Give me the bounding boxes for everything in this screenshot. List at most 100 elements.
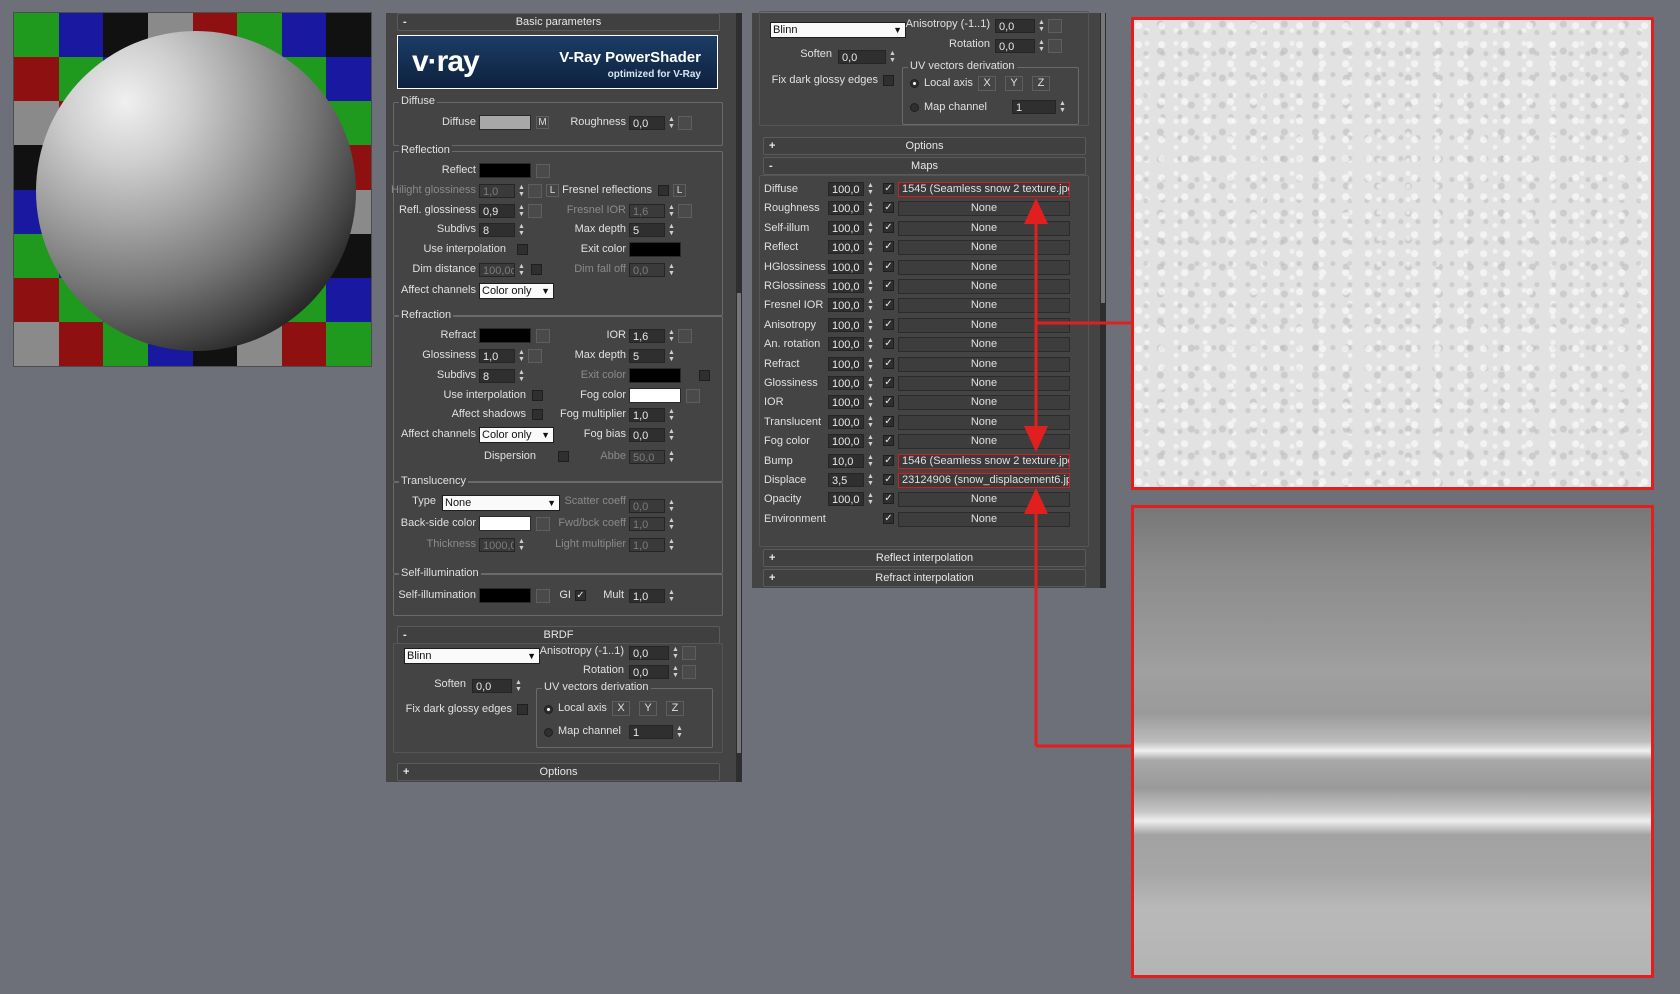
map-enable-checkbox[interactable]: ✓ [883, 319, 894, 330]
reflection-subdivs-field[interactable]: 8 [479, 223, 515, 237]
fresnel-ior-spinner[interactable]: ▲ ▼ [667, 204, 676, 218]
map-amount-field[interactable]: 100,0 [828, 492, 864, 506]
back-side-color-swatch[interactable] [479, 516, 531, 531]
refraction-subdivs-spinner[interactable]: ▲ ▼ [517, 369, 526, 383]
map-slot-button[interactable]: 1546 (Seamless snow 2 texture.jpg) [898, 454, 1070, 469]
refraction-subdivs-field[interactable]: 8 [479, 369, 515, 383]
rotation-spinner[interactable]: ▲ ▼ [671, 665, 680, 679]
map-amount-field[interactable]: 100,0 [828, 376, 864, 390]
map-enable-checkbox[interactable]: ✓ [883, 474, 894, 485]
map-slot-button[interactable]: 1545 (Seamless snow 2 texture.jpg) [898, 182, 1070, 197]
refraction-max-depth-spinner[interactable]: ▲ ▼ [667, 349, 676, 363]
thickness-spinner[interactable]: ▲ ▼ [517, 538, 526, 552]
reflection-affect-channels-dropdown[interactable]: Color only ▼ [479, 283, 554, 299]
map-channel-field[interactable]: 1 [629, 725, 673, 739]
left-scrollbar[interactable] [736, 13, 742, 782]
reflection-subdivs-spinner[interactable]: ▲ ▼ [517, 223, 526, 237]
self-illumination-color-swatch[interactable] [479, 588, 531, 603]
refraction-glossiness-map-button[interactable] [528, 349, 542, 363]
map-amount-spinner[interactable]: ▲ ▼ [866, 357, 875, 371]
rollout-refract-interpolation[interactable]: + Refract interpolation [763, 569, 1086, 587]
axis-x-button[interactable]: X [612, 701, 630, 716]
map-enable-checkbox[interactable]: ✓ [883, 358, 894, 369]
refract-color-swatch[interactable] [479, 328, 531, 343]
map-amount-field[interactable]: 100,0 [828, 201, 864, 215]
gi-checkbox[interactable]: ✓ [575, 590, 586, 601]
rollout-options[interactable]: + Options [397, 763, 720, 781]
abbe-spinner[interactable]: ▲ ▼ [667, 450, 676, 464]
roughness-map-button[interactable] [678, 116, 692, 130]
ior-map-button[interactable] [678, 329, 692, 343]
right-axis-y-button[interactable]: Y [1005, 76, 1023, 91]
right-scrollbar[interactable] [1100, 13, 1106, 588]
refraction-max-depth-field[interactable]: 5 [629, 349, 665, 363]
map-amount-spinner[interactable]: ▲ ▼ [866, 454, 875, 468]
map-amount-field[interactable]: 100,0 [828, 337, 864, 351]
right-map-channel-spinner[interactable]: ▲ ▼ [1058, 100, 1067, 114]
map-slot-button[interactable]: 23124906 (snow_displacement6.jpg) [898, 473, 1070, 488]
rotation-map-button[interactable] [682, 665, 696, 679]
map-enable-checkbox[interactable]: ✓ [883, 377, 894, 388]
hilight-glossiness-spinner[interactable]: ▲ ▼ [517, 184, 526, 198]
diffuse-color-swatch[interactable] [479, 115, 531, 130]
refl-glossiness-field[interactable]: 0,9 [479, 204, 515, 218]
anisotropy-field[interactable]: 0,0 [629, 646, 669, 660]
map-slot-button[interactable]: None [898, 512, 1070, 527]
diffuse-map-button[interactable]: M [536, 116, 549, 129]
fwd-bck-coeff-spinner[interactable]: ▲ ▼ [667, 517, 676, 531]
dim-fall-off-spinner[interactable]: ▲ ▼ [667, 263, 676, 277]
dim-fall-off-field[interactable]: 0,0 [629, 263, 665, 277]
refl-glossiness-spinner[interactable]: ▲ ▼ [517, 204, 526, 218]
abbe-field[interactable]: 50,0 [629, 450, 665, 464]
dim-distance-checkbox[interactable] [531, 264, 542, 275]
map-enable-checkbox[interactable]: ✓ [883, 435, 894, 446]
reflection-max-depth-field[interactable]: 5 [629, 223, 665, 237]
rollout-maps[interactable]: - Maps [763, 157, 1086, 175]
map-slot-button[interactable]: None [898, 260, 1070, 275]
mult-spinner[interactable]: ▲ ▼ [667, 589, 676, 603]
map-enable-checkbox[interactable]: ✓ [883, 261, 894, 272]
map-amount-spinner[interactable]: ▲ ▼ [866, 279, 875, 293]
map-amount-field[interactable]: 100,0 [828, 434, 864, 448]
fog-multiplier-field[interactable]: 1,0 [629, 408, 665, 422]
map-amount-spinner[interactable]: ▲ ▼ [866, 395, 875, 409]
right-axis-x-button[interactable]: X [978, 76, 996, 91]
right-soften-spinner[interactable]: ▲ ▼ [888, 50, 897, 64]
right-soften-field[interactable]: 0,0 [838, 50, 886, 64]
light-multiplier-spinner[interactable]: ▲ ▼ [667, 538, 676, 552]
dispersion-checkbox[interactable] [558, 451, 569, 462]
fog-multiplier-spinner[interactable]: ▲ ▼ [667, 408, 676, 422]
scatter-coeff-spinner[interactable]: ▲ ▼ [667, 499, 676, 513]
map-enable-checkbox[interactable]: ✓ [883, 222, 894, 233]
map-enable-checkbox[interactable]: ✓ [883, 493, 894, 504]
map-slot-button[interactable]: None [898, 221, 1070, 236]
map-slot-button[interactable]: None [898, 415, 1070, 430]
rollout-reflect-interpolation[interactable]: + Reflect interpolation [763, 549, 1086, 567]
map-amount-field[interactable]: 100,0 [828, 240, 864, 254]
reflection-max-depth-spinner[interactable]: ▲ ▼ [667, 223, 676, 237]
hilight-glossiness-field[interactable]: 1,0 [479, 184, 515, 198]
map-amount-spinner[interactable]: ▲ ▼ [866, 415, 875, 429]
map-amount-field[interactable]: 100,0 [828, 395, 864, 409]
map-amount-field[interactable]: 3,5 [828, 473, 864, 487]
rollout-basic-parameters[interactable]: - Basic parameters [397, 13, 720, 31]
ior-spinner[interactable]: ▲ ▼ [667, 329, 676, 343]
reflection-exit-color-swatch[interactable] [629, 242, 681, 257]
right-rotation-map-button[interactable] [1048, 39, 1062, 53]
right-rollout-options[interactable]: + Options [763, 137, 1086, 155]
refraction-exit-color-swatch[interactable] [629, 368, 681, 383]
roughness-field[interactable]: 0,0 [629, 116, 665, 130]
map-slot-button[interactable]: None [898, 492, 1070, 507]
map-amount-field[interactable]: 10,0 [828, 454, 864, 468]
refraction-affect-channels-dropdown[interactable]: Color only ▼ [479, 427, 554, 443]
fog-color-map-button[interactable] [686, 389, 700, 403]
rotation-field[interactable]: 0,0 [629, 665, 669, 679]
right-axis-z-button[interactable]: Z [1032, 76, 1050, 91]
right-rotation-field[interactable]: 0,0 [995, 39, 1035, 53]
map-enable-checkbox[interactable]: ✓ [883, 513, 894, 524]
map-amount-field[interactable]: 100,0 [828, 298, 864, 312]
right-map-channel-radio[interactable] [910, 103, 919, 112]
axis-z-button[interactable]: Z [666, 701, 684, 716]
map-amount-spinner[interactable]: ▲ ▼ [866, 182, 875, 196]
fresnel-lock-button[interactable]: L [673, 184, 686, 197]
